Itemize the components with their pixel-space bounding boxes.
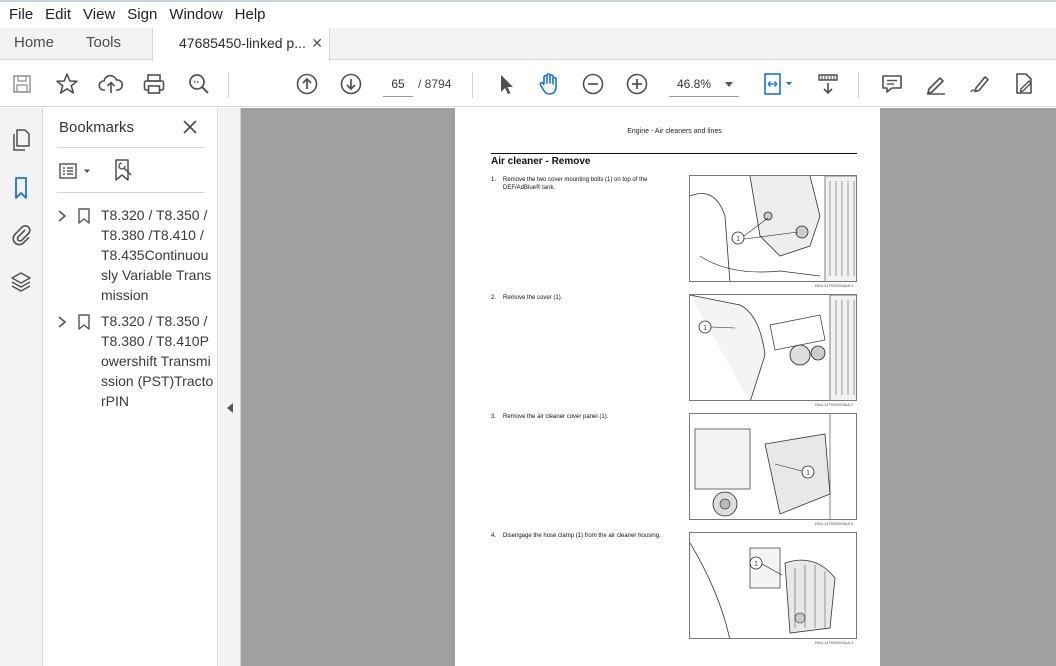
menu-view[interactable]: View [77,3,121,27]
menu-file[interactable]: File [3,3,39,27]
toolbar-divider [858,72,859,98]
step-figure-image: 1 [689,413,857,520]
search-icon[interactable] [185,70,213,98]
toolbar-divider [472,72,473,98]
step-figure-image: 1 [689,175,857,282]
step-number: 2. [491,295,497,301]
page-header: Engine - Air cleaners and lines [627,128,722,135]
bookmarks-panel-title: Bookmarks [59,119,135,136]
chevron-right-icon[interactable] [55,315,69,329]
chevron-right-icon[interactable] [55,209,69,223]
tab-home[interactable]: Home [14,28,54,59]
bookmarks-panel-icon[interactable] [7,174,35,202]
panel-divider [57,147,205,148]
page-total: / 8794 [418,77,452,91]
zoom-in-icon[interactable] [623,70,651,98]
step-number: 3. [491,414,497,420]
bookmark-options-button[interactable] [58,160,98,182]
section-heading: Air cleaner - Remove [491,156,591,167]
cloud-upload-icon[interactable] [97,70,125,98]
figure-caption: RAIL14TR00000AA 2 [815,402,854,407]
comment-icon[interactable] [878,70,906,98]
step-text: Remove the two cover mounting bolts (1) … [503,177,648,191]
panel-divider [57,192,205,193]
bookmark-label[interactable]: T8.320 / T8.350 / T8.380 /T8.410 / T8.43… [101,205,215,305]
menu-sign[interactable]: Sign [121,3,163,27]
page-thumbnails-icon[interactable] [7,126,35,154]
zoom-level-select[interactable]: 46.8% [669,71,739,97]
step-figure-image: 1 [689,532,857,639]
step-text: Disengage the hose clamp (1) from the ai… [503,533,661,539]
print-icon[interactable] [140,70,168,98]
toolbar-divider [228,72,229,98]
document-tab-title: 47685450-linked p... [179,35,306,51]
new-bookmark-icon[interactable] [111,158,135,182]
tab-tools[interactable]: Tools [86,28,121,59]
close-tab-icon[interactable]: ✕ [311,28,323,58]
pdf-page: Engine - Air cleaners and lines Air clea… [455,108,880,666]
navigation-rail [0,108,43,666]
previous-page-icon[interactable] [293,70,321,98]
scroll-mode-icon[interactable] [814,70,842,98]
bookmark-star-icon[interactable] [53,70,81,98]
step-number: 1. [491,177,497,183]
step-figure-image: 1 [689,294,857,401]
page-fit-icon[interactable] [760,70,796,98]
hand-tool-icon[interactable] [535,70,563,98]
attachments-icon[interactable] [7,220,35,248]
zoom-level-value: 46.8% [677,77,712,91]
menu-bar: File Edit View Sign Window Help [0,0,1056,28]
tab-document[interactable]: 47685450-linked p... ✕ [152,28,330,61]
figure-caption: RAIL14TR00000AA 1 [815,283,854,288]
close-panel-icon[interactable] [179,116,201,138]
acrobat-window: File Edit View Sign Window Help Home Too… [0,0,1056,666]
menu-edit[interactable]: Edit [39,3,77,27]
bookmark-icon [77,314,91,330]
select-cursor-icon[interactable] [492,70,520,98]
next-page-icon[interactable] [337,70,365,98]
figure-caption: RAIL14TR00000AA 3 [815,521,854,526]
collapse-panel-icon[interactable] [227,403,233,413]
document-view[interactable]: Engine - Air cleaners and lines Air clea… [241,108,1056,666]
chevron-down-icon [725,82,733,87]
step-text: Remove the cover (1). [503,295,563,301]
fill-sign-icon[interactable] [966,70,994,98]
step-number: 4. [491,533,497,539]
heading-rule [491,153,857,154]
figure-caption: RAIL14TR00000AA 4 [815,640,854,645]
tab-bar: Home Tools 47685450-linked p... ✕ [0,28,1056,61]
page-number-input[interactable]: 65 [383,71,413,97]
step-text: Remove the air cleaner cover panel (1). [503,414,609,420]
bookmark-label[interactable]: T8.320 / T8.350 / T8.380 / T8.410Powersh… [101,311,215,411]
zoom-out-icon[interactable] [579,70,607,98]
toolbar: 65 / 8794 46.8% [0,61,1056,107]
highlight-pen-icon[interactable] [922,70,950,98]
save-icon[interactable] [8,70,36,98]
bookmark-icon [77,208,91,224]
bookmarks-panel: Bookmarks T8.320 / T8.350 / T8.380 /T8.4… [43,108,218,666]
export-pdf-icon[interactable] [1010,70,1038,98]
menu-window[interactable]: Window [163,3,228,27]
menu-help[interactable]: Help [229,3,272,27]
panel-splitter[interactable] [219,108,241,666]
layers-icon[interactable] [7,268,35,296]
